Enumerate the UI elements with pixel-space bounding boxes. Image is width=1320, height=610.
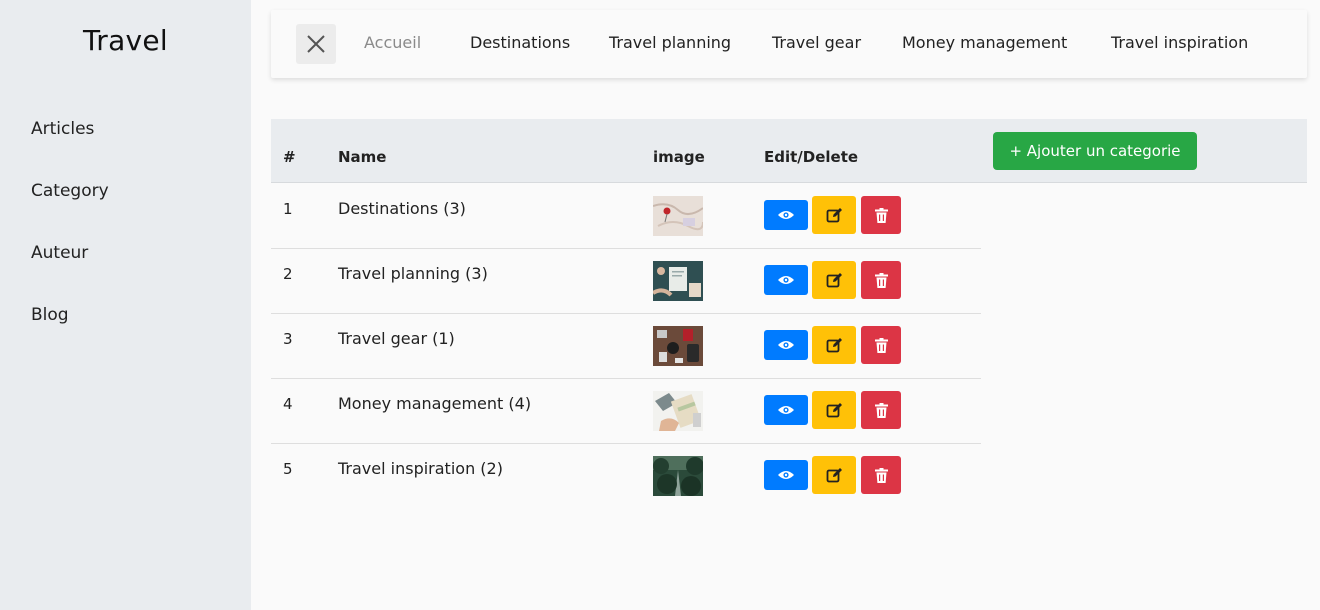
sidebar-item-auteur[interactable]: Auteur [31,243,88,263]
sidebar: Travel Articles Category Auteur Blog [0,0,251,610]
view-button[interactable] [764,200,808,230]
trash-icon [874,467,888,483]
edit-icon [826,272,842,287]
table-row: 4 Money management (4) [271,379,981,444]
edit-icon [826,207,842,222]
edit-button[interactable] [812,456,856,494]
row-number: 1 [283,200,293,218]
column-header-number: # [283,148,296,166]
column-header-actions: Edit/Delete [764,148,859,166]
edit-icon [826,467,842,482]
nav-link-travel-planning[interactable]: Travel planning [609,33,731,52]
nav-link-travel-gear[interactable]: Travel gear [772,33,861,52]
row-name: Travel inspiration (2) [338,459,503,478]
trash-icon [874,402,888,418]
eye-icon [778,406,794,414]
row-name: Money management (4) [338,394,532,413]
row-name: Destinations (3) [338,199,466,218]
sidebar-item-blog[interactable]: Blog [31,305,69,325]
row-number: 2 [283,265,293,283]
sidebar-item-articles[interactable]: Articles [31,119,94,139]
row-name: Travel gear (1) [338,329,455,348]
eye-icon [778,211,794,219]
delete-button[interactable] [861,456,901,494]
view-button[interactable] [764,330,808,360]
edit-button[interactable] [812,391,856,429]
nav-link-accueil[interactable]: Accueil [364,33,421,52]
table-row: 3 Travel gear (1) [271,314,981,379]
map-with-pin-thumbnail [653,196,703,236]
nav-link-money-management[interactable]: Money management [902,33,1067,52]
delete-button[interactable] [861,196,901,234]
view-button[interactable] [764,265,808,295]
row-number: 4 [283,395,293,413]
edit-icon [826,402,842,417]
eye-icon [778,276,794,284]
sidebar-item-category[interactable]: Category [31,181,109,201]
delete-button[interactable] [861,391,901,429]
edit-button[interactable] [812,196,856,234]
money-calculator-thumbnail [653,391,703,431]
forest-road-thumbnail [653,456,703,496]
close-menu-button[interactable] [296,24,336,64]
row-name: Travel planning (3) [338,264,488,283]
eye-icon [778,471,794,479]
edit-button[interactable] [812,261,856,299]
trash-icon [874,272,888,288]
row-number: 5 [283,460,293,478]
edit-icon [826,337,842,352]
table-row: 5 Travel inspiration (2) [271,444,981,509]
trash-icon [874,207,888,223]
trash-icon [874,337,888,353]
column-header-name: Name [338,148,387,166]
edit-button[interactable] [812,326,856,364]
row-number: 3 [283,330,293,348]
top-navbar: Accueil Destinations Travel planning Tra… [271,10,1307,78]
planning-desk-thumbnail [653,261,703,301]
table-row: 1 Destinations (3) [271,184,981,249]
table-row: 2 Travel planning (3) [271,249,981,314]
view-button[interactable] [764,460,808,490]
delete-button[interactable] [861,326,901,364]
view-button[interactable] [764,395,808,425]
column-header-image: image [653,148,705,166]
close-icon [307,35,325,53]
delete-button[interactable] [861,261,901,299]
eye-icon [778,341,794,349]
nav-link-destinations[interactable]: Destinations [470,33,570,52]
brand-title: Travel [82,24,169,57]
travel-gear-flatlay-thumbnail [653,326,703,366]
table-header: # Name image Edit/Delete + Ajouter un ca… [271,119,1307,183]
add-category-button[interactable]: + Ajouter un categorie [993,132,1197,170]
nav-link-travel-inspiration[interactable]: Travel inspiration [1111,33,1248,52]
